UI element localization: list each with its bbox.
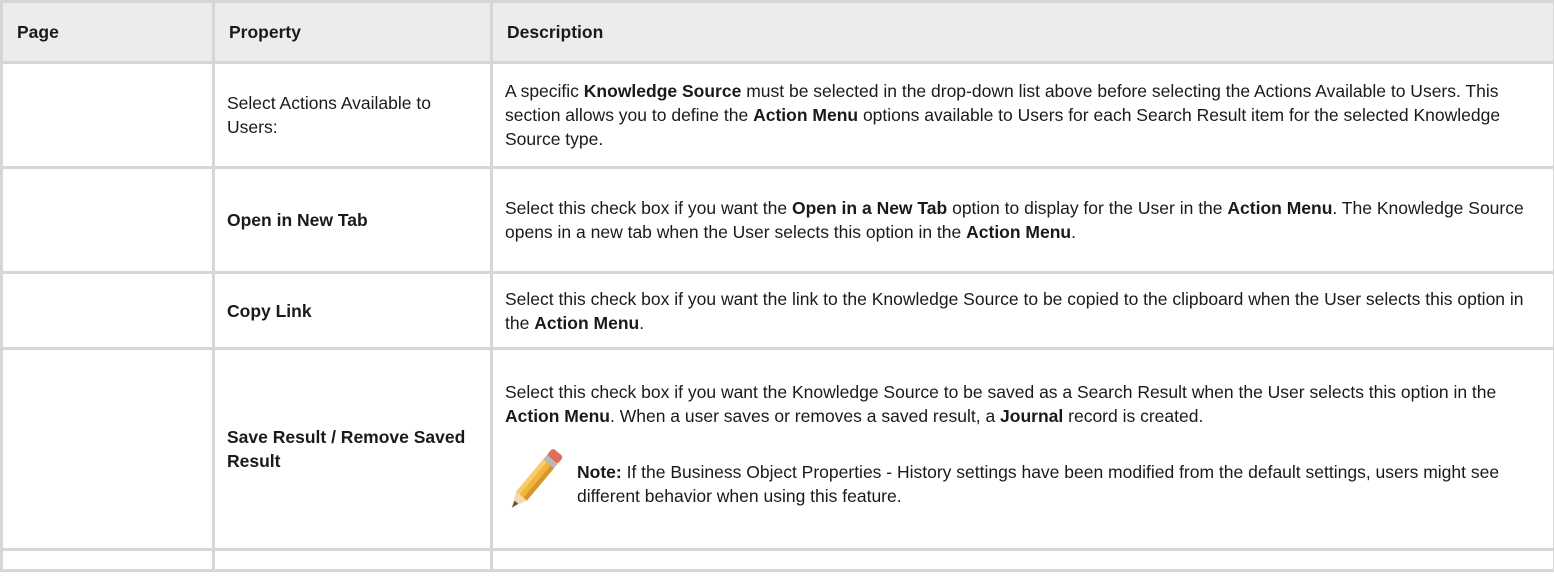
bold-term: Action Menu — [753, 105, 859, 125]
bold-term: Journal — [1000, 406, 1064, 426]
text-span: A specific — [505, 81, 584, 101]
page-cell — [0, 61, 215, 169]
bold-term: Open in a New Tab — [791, 198, 948, 218]
header-description: Description — [490, 0, 1554, 64]
bold-term: Action Menu — [966, 222, 1072, 242]
description-cell: Select this check box if you want the li… — [490, 271, 1554, 350]
page-cell — [0, 548, 215, 572]
properties-table: Page Property Description Select Actions… — [0, 0, 1554, 572]
table-row — [0, 548, 1554, 572]
header-page: Page — [0, 0, 215, 64]
bold-term: Knowledge Source — [583, 81, 742, 101]
description-cell: A specific Knowledge Source must be sele… — [490, 61, 1554, 169]
description-cell: Select this check box if you want the Kn… — [490, 347, 1554, 551]
table-row: Select Actions Available to Users: A spe… — [0, 61, 1554, 169]
property-cell — [212, 548, 493, 572]
header-property: Property — [212, 0, 493, 64]
table-row: Open in New Tab Select this check box if… — [0, 166, 1554, 274]
description-cell — [490, 548, 1554, 572]
table-row: Copy Link Select this check box if you w… — [0, 271, 1554, 350]
note-label: Note: — [577, 462, 622, 482]
bold-term: Action Menu — [505, 406, 610, 426]
text-span: . — [639, 312, 645, 333]
table-header-row: Page Property Description — [0, 0, 1554, 64]
note-block: Note: If the Business Object Properties … — [505, 446, 1541, 518]
description-text: A specific Knowledge Source must be sele… — [505, 79, 1541, 151]
text-span: Select this check box if you want the Kn… — [505, 382, 1497, 402]
bold-term: Action Menu — [534, 312, 640, 333]
text-span: Select this check box if you want the li… — [505, 288, 1524, 333]
page-cell — [0, 166, 215, 274]
property-cell: Select Actions Available to Users: — [212, 61, 493, 169]
text-span: record is created. — [1063, 406, 1204, 426]
pencil-icon — [511, 449, 563, 508]
text-span: . — [1071, 222, 1076, 242]
page-cell — [0, 271, 215, 350]
note-text: Note: If the Business Object Properties … — [569, 446, 1541, 508]
text-span: Select this check box if you want the — [505, 198, 792, 218]
page-cell — [0, 347, 215, 551]
description-text: Select this check box if you want the li… — [505, 287, 1541, 335]
property-cell: Copy Link — [212, 271, 493, 350]
description-text: Select this check box if you want the Kn… — [505, 380, 1541, 428]
property-cell: Open in New Tab — [212, 166, 493, 274]
description-text: Select this check box if you want the Op… — [505, 196, 1541, 244]
bold-term: Action Menu — [1227, 198, 1333, 218]
description-cell: Select this check box if you want the Op… — [490, 166, 1554, 274]
note-body: If the Business Object Properties - Hist… — [577, 462, 1500, 506]
text-span: . When a user saves or removes a saved r… — [610, 406, 1001, 426]
table-row: Save Result / Remove Saved Result Select… — [0, 347, 1554, 551]
property-cell: Save Result / Remove Saved Result — [212, 347, 493, 551]
text-span: option to display for the User in the — [947, 198, 1228, 218]
